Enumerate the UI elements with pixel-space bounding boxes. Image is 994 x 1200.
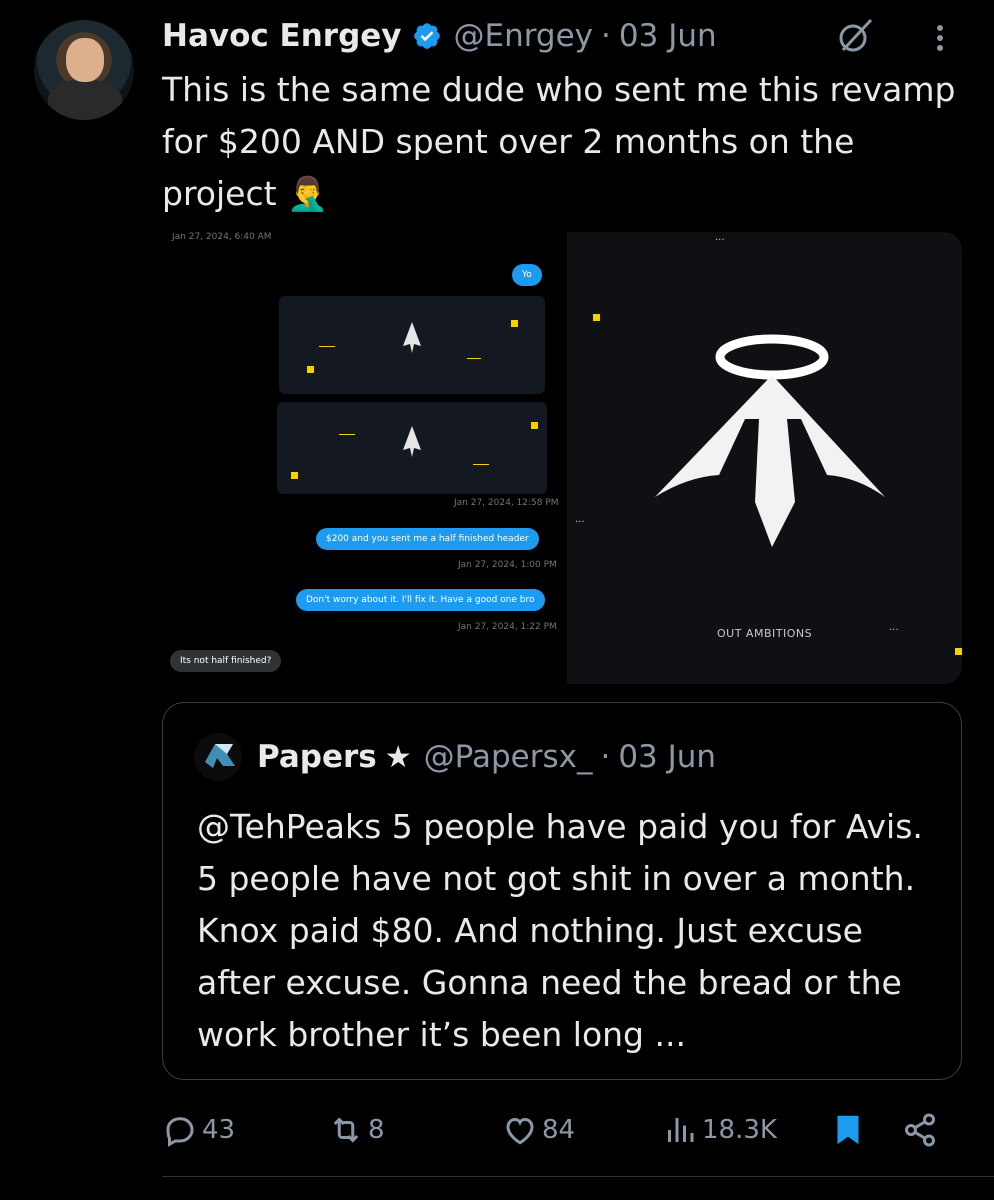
yellow-square [291,472,298,479]
repost-button[interactable]: 8 [328,1108,385,1152]
dm-bubble-1: $200 and you sent me a half finished hea… [316,528,539,550]
decorative-dots: ... [715,232,725,243]
bookmark-icon [837,1115,859,1145]
share-icon [905,1113,935,1147]
dm-thumbnail-2 [277,402,547,494]
quote-date[interactable]: 03 Jun [618,739,716,775]
quote-star-icon: ★ [384,739,412,775]
yellow-square [593,314,600,321]
quote-author-name[interactable]: Papers [257,739,377,775]
artwork-image[interactable]: ... ... ... OUT AMBITIONS [567,232,962,684]
share-button[interactable] [902,1108,942,1152]
dm-time-1: Jan 27, 2024, 12:58 PM [454,498,559,508]
repost-count: 8 [368,1115,385,1145]
quote-header: Papers ★ @Papersx_ · 03 Jun [193,732,716,782]
header-separator: · [601,18,611,54]
heart-icon [506,1117,534,1145]
quote-text: @TehPeaks 5 people have paid you for Avi… [197,807,923,1054]
dm-thumbnail-1 [279,296,545,394]
artwork-caption: OUT AMBITIONS [717,627,813,640]
repost-icon [333,1117,359,1143]
author-avatar[interactable] [34,20,134,120]
dm-screenshot[interactable]: Jan 27, 2024, 6:40 AM Yo Jan 27, 2024, 1… [162,232,565,684]
reply-icon [166,1117,194,1147]
bookmark-button[interactable] [830,1108,870,1152]
tweet-media[interactable]: Jan 27, 2024, 6:40 AM Yo Jan 27, 2024, 1… [162,232,962,684]
verified-badge-icon [413,23,440,49]
yellow-square [531,422,538,429]
views-chart-icon [668,1118,694,1142]
dm-bubble-3: Its not half finished? [170,650,282,672]
dm-time-3: Jan 27, 2024, 1:22 PM [458,622,557,632]
dm-header-time: Jan 27, 2024, 6:40 AM [172,232,272,242]
view-count: 18.3K [702,1115,777,1145]
quoted-tweet[interactable]: Papers ★ @Papersx_ · 03 Jun @TehPeaks 5 … [162,702,962,1080]
yellow-line [473,464,489,465]
dm-bubble-yo: Yo [512,264,542,286]
quote-separator: · [600,739,611,775]
yellow-square [307,366,314,373]
yellow-square [511,320,518,327]
decorative-dots: ... [575,514,585,525]
grok-icon[interactable] [835,16,875,56]
yellow-square [955,648,962,655]
dm-bubble-2: Don't worry about it. I'll fix it. Have … [296,589,545,611]
mini-logo-icon [403,426,421,457]
author-handle[interactable]: @Enrgey [454,18,594,54]
avatar-body [48,80,122,120]
ambitions-logo-icon [655,334,885,547]
like-count: 84 [542,1115,576,1145]
yellow-line [467,358,481,359]
avatar-face [66,38,104,82]
quote-avatar-icon[interactable] [193,732,243,782]
tweet-date[interactable]: 03 Jun [619,18,717,54]
like-button[interactable]: 84 [502,1108,575,1152]
dm-time-2: Jan 27, 2024, 1:00 PM [458,560,557,570]
yellow-line [319,346,335,347]
author-name[interactable]: Havoc Enrgey [162,18,402,54]
mini-logo-icon [403,322,421,353]
decorative-dots: ... [889,622,899,633]
action-bar: 43 8 84 18.3K [162,1108,962,1152]
reply-count: 43 [202,1115,236,1145]
tweet-header: Havoc Enrgey @Enrgey · 03 Jun [162,14,717,58]
yellow-line [339,434,355,435]
views-button[interactable]: 18.3K [662,1108,777,1152]
reply-button[interactable]: 43 [162,1108,235,1152]
tweet-divider [162,1176,994,1177]
more-options-icon[interactable] [930,20,950,56]
tweet-text: This is the same dude who sent me this r… [162,70,956,213]
quote-author-handle[interactable]: @Papersx_ [424,739,593,775]
